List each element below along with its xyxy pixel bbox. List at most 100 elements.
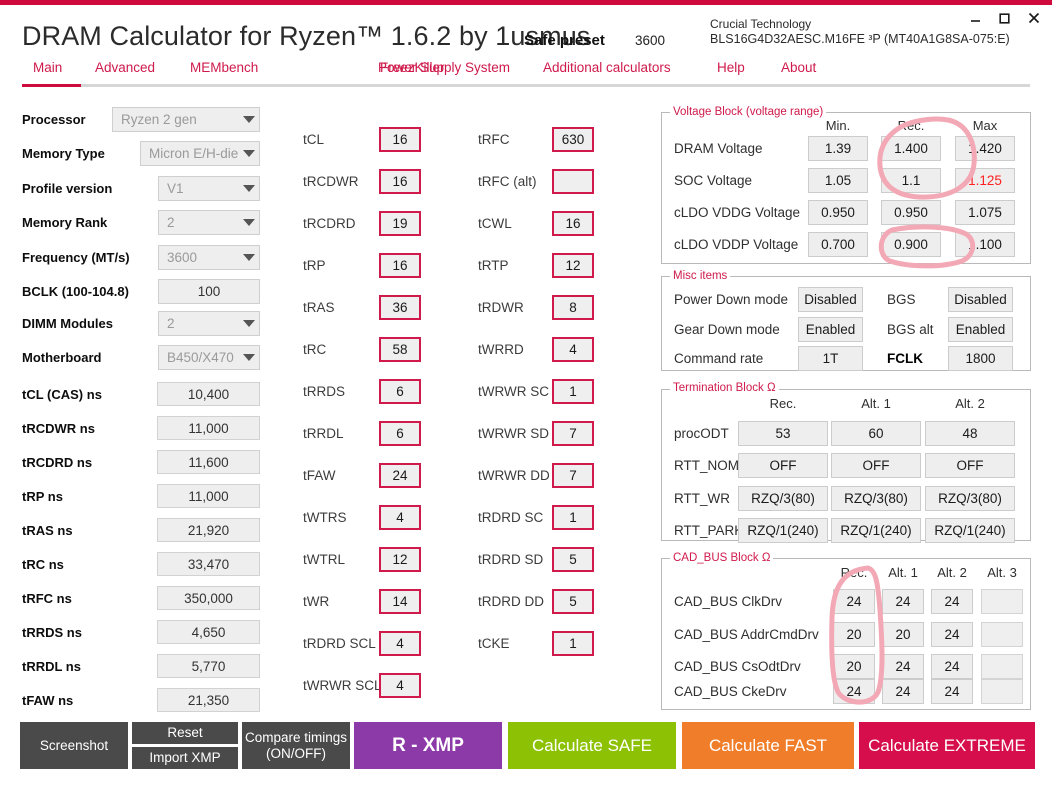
value-procodt-1[interactable]: 60 <box>831 421 921 446</box>
input-trcdwr[interactable]: 16 <box>379 169 421 194</box>
value-cad-bus-csodtdrv-0[interactable]: 20 <box>833 654 875 679</box>
input-trrdl[interactable]: 6 <box>379 421 421 446</box>
value-rtt-park-0[interactable]: RZQ/1(240) <box>738 518 828 543</box>
value-cldo-vddg-voltage-max[interactable]: 1.075 <box>955 200 1015 225</box>
combo-frequency-mt-s[interactable]: 3600 <box>158 245 260 270</box>
value-bgs[interactable]: Disabled <box>948 287 1013 312</box>
tab-advanced[interactable]: Advanced <box>95 60 155 75</box>
input-twrwr-dd[interactable]: 7 <box>552 463 594 488</box>
r-xmp-button[interactable]: R - XMP <box>354 722 502 769</box>
minimize-icon[interactable] <box>961 5 990 31</box>
tab-help[interactable]: Help <box>717 60 745 75</box>
input-twrwr-sd[interactable]: 7 <box>552 421 594 446</box>
value-cad-bus-clkdrv-3[interactable] <box>981 589 1023 614</box>
value-cad-bus-addrcmddrv-0[interactable]: 20 <box>833 622 875 647</box>
input-trdrd-dd[interactable]: 5 <box>552 589 594 614</box>
input-trp[interactable]: 16 <box>379 253 421 278</box>
value-cad-bus-ckedrv-3[interactable] <box>981 679 1023 704</box>
value-procodt-2[interactable]: 48 <box>925 421 1015 446</box>
value-rtt-wr-0[interactable]: RZQ/3(80) <box>738 486 828 511</box>
label-memory-rank: Memory Rank <box>22 215 108 230</box>
input-twtrl[interactable]: 12 <box>379 547 421 572</box>
value-rtt-nom-0[interactable]: OFF <box>738 453 828 478</box>
tab-main[interactable]: Main <box>33 60 62 75</box>
tab-additional-calculators[interactable]: Additional calculators <box>543 60 671 75</box>
value-cad-bus-csodtdrv-2[interactable]: 24 <box>931 654 973 679</box>
value-rtt-wr-2[interactable]: RZQ/3(80) <box>925 486 1015 511</box>
input-trrds[interactable]: 6 <box>379 379 421 404</box>
combo-profile-version[interactable]: V1 <box>158 176 260 201</box>
input-twr[interactable]: 14 <box>379 589 421 614</box>
calculate-extreme-button[interactable]: Calculate EXTREME <box>859 722 1035 769</box>
compare-timings-button[interactable]: Compare timings (ON/OFF) <box>242 722 350 769</box>
value-cad-bus-csodtdrv-1[interactable]: 24 <box>882 654 924 679</box>
input-tras[interactable]: 36 <box>379 295 421 320</box>
value-dram-voltage-rec[interactable]: 1.400 <box>881 136 941 161</box>
value-cad-bus-csodtdrv-3[interactable] <box>981 654 1023 679</box>
reset-button[interactable]: Reset <box>132 722 238 744</box>
input-twrrd[interactable]: 4 <box>552 337 594 362</box>
value-fclk[interactable]: 1800 <box>948 346 1013 371</box>
value-cad-bus-clkdrv-2[interactable]: 24 <box>931 589 973 614</box>
value-power-down-mode[interactable]: Disabled <box>798 287 863 312</box>
input-trc[interactable]: 58 <box>379 337 421 362</box>
value-cad-bus-ckedrv-1[interactable]: 24 <box>882 679 924 704</box>
input-trcdrd[interactable]: 19 <box>379 211 421 236</box>
input-twrwr-scl[interactable]: 4 <box>379 673 421 698</box>
value-soc-voltage-rec[interactable]: 1.1 <box>881 168 941 193</box>
input-trdrd-sd[interactable]: 5 <box>552 547 594 572</box>
input-tcwl[interactable]: 16 <box>552 211 594 236</box>
calculate-safe-button[interactable]: Calculate SAFE <box>508 722 676 769</box>
value-cad-bus-addrcmddrv-2[interactable]: 24 <box>931 622 973 647</box>
value-cldo-vddp-voltage-rec[interactable]: 0.900 <box>881 232 941 257</box>
value-gear-down-mode[interactable]: Enabled <box>798 317 863 342</box>
close-icon[interactable] <box>1019 5 1048 31</box>
input-tfaw[interactable]: 24 <box>379 463 421 488</box>
value-cad-bus-clkdrv-0[interactable]: 24 <box>833 589 875 614</box>
value-dram-voltage-max[interactable]: 1.420 <box>955 136 1015 161</box>
combo-memory-rank[interactable]: 2 <box>158 210 260 235</box>
value-cldo-vddp-voltage-max[interactable]: 1.100 <box>955 232 1015 257</box>
value-cad-bus-addrcmddrv-3[interactable] <box>981 622 1023 647</box>
value-soc-voltage-max[interactable]: 1.125 <box>955 168 1015 193</box>
value-cad-bus-ckedrv-2[interactable]: 24 <box>931 679 973 704</box>
import-xmp-button[interactable]: Import XMP <box>132 747 238 769</box>
maximize-icon[interactable] <box>990 5 1019 31</box>
value-rtt-wr-1[interactable]: RZQ/3(80) <box>831 486 921 511</box>
value-cldo-vddp-voltage-min[interactable]: 0.700 <box>808 232 868 257</box>
value-command-rate[interactable]: 1T <box>798 346 863 371</box>
value-dram-voltage-min[interactable]: 1.39 <box>808 136 868 161</box>
input-twtrs[interactable]: 4 <box>379 505 421 530</box>
combo-processor[interactable]: Ryzen 2 gen <box>112 107 260 132</box>
tab-membench[interactable]: MEMbench <box>190 60 258 75</box>
tab-about[interactable]: About <box>781 60 816 75</box>
value-rtt-park-2[interactable]: RZQ/1(240) <box>925 518 1015 543</box>
value-cldo-vddg-voltage-rec[interactable]: 0.950 <box>881 200 941 225</box>
input-trfc-alt[interactable] <box>552 169 594 194</box>
combo-dimm-modules[interactable]: 2 <box>158 311 260 336</box>
input-trdwr[interactable]: 8 <box>552 295 594 320</box>
combo-memory-type[interactable]: Micron E/H-die <box>140 141 260 166</box>
value-soc-voltage-min[interactable]: 1.05 <box>808 168 868 193</box>
tab-power-supply-system[interactable]: Power Supply System <box>378 60 510 75</box>
input-trfc[interactable]: 630 <box>552 127 594 152</box>
value-cldo-vddg-voltage-min[interactable]: 0.950 <box>808 200 868 225</box>
input-trdrd-sc[interactable]: 1 <box>552 505 594 530</box>
calculate-fast-button[interactable]: Calculate FAST <box>682 722 854 769</box>
value-rtt-park-1[interactable]: RZQ/1(240) <box>831 518 921 543</box>
value-rtt-nom-2[interactable]: OFF <box>925 453 1015 478</box>
value-cad-bus-ckedrv-0[interactable]: 24 <box>833 679 875 704</box>
combo-motherboard[interactable]: B450/X470 <box>158 345 260 370</box>
input-bclk-100-104-8[interactable]: 100 <box>158 279 260 304</box>
value-cad-bus-clkdrv-1[interactable]: 24 <box>882 589 924 614</box>
input-trdrd-scl[interactable]: 4 <box>379 631 421 656</box>
value-bgs-alt[interactable]: Enabled <box>948 317 1013 342</box>
value-rtt-nom-1[interactable]: OFF <box>831 453 921 478</box>
screenshot-button[interactable]: Screenshot <box>20 722 128 769</box>
value-cad-bus-addrcmddrv-1[interactable]: 20 <box>882 622 924 647</box>
input-tcl[interactable]: 16 <box>379 127 421 152</box>
input-trtp[interactable]: 12 <box>552 253 594 278</box>
input-tcke[interactable]: 1 <box>552 631 594 656</box>
value-procodt-0[interactable]: 53 <box>738 421 828 446</box>
input-twrwr-sc[interactable]: 1 <box>552 379 594 404</box>
